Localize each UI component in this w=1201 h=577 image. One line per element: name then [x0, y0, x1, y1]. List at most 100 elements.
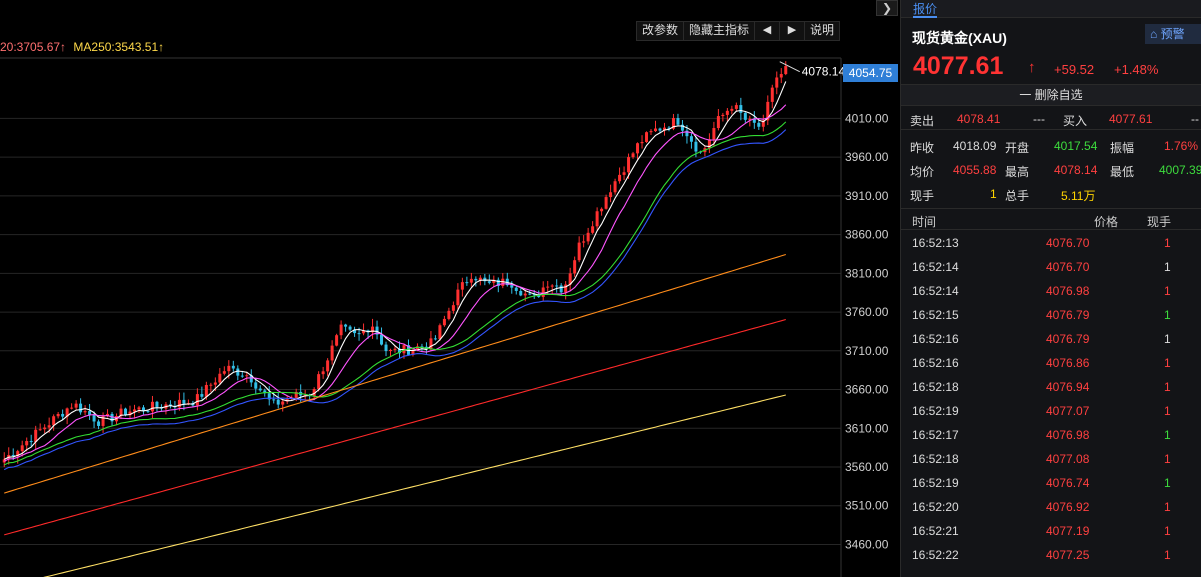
price-alert-button[interactable]: ⌂ 预警 — [1145, 24, 1201, 44]
ma-line-ma5 — [3, 81, 787, 460]
prev-indicator-button[interactable]: ◀ — [755, 22, 780, 40]
candle-body — [528, 293, 532, 295]
candle-body — [389, 349, 393, 352]
candle-body — [231, 365, 235, 369]
candle-body — [456, 289, 460, 306]
collapse-panel-button[interactable]: ❯ — [876, 0, 898, 16]
candle-body — [52, 416, 56, 426]
tick-price: 4076.70 — [1046, 236, 1090, 250]
candle-body — [70, 407, 74, 409]
candle-body — [573, 260, 577, 274]
ma250-legend-item: MA250:3543.51↑ — [73, 40, 165, 54]
candle-body — [519, 290, 523, 296]
tick-row: 16:52:21 4077.19 1 — [901, 518, 1201, 542]
kline-chart-panel[interactable]: 4010.00 3960.00 3910.00 3860.00 3810.00 3760.… — [0, 0, 900, 577]
sell-price: 4078.41 — [957, 112, 1001, 126]
tick-header-price: 价格 — [1094, 215, 1119, 229]
y-axis-tick-label: 3810.00 — [845, 266, 889, 280]
candle-body — [474, 278, 478, 281]
candle-body — [47, 425, 51, 428]
candle-body — [694, 141, 698, 152]
candle-body — [469, 278, 473, 283]
low-label: 最低 — [1110, 165, 1135, 179]
candle-body — [613, 181, 617, 193]
candle-body — [757, 122, 761, 127]
candle-body — [56, 413, 60, 417]
candle-body — [433, 338, 437, 340]
candle-body — [38, 429, 42, 431]
candle-body — [654, 128, 658, 132]
tick-time: 16:52:14 — [912, 284, 959, 298]
tick-price: 4076.79 — [1046, 308, 1090, 322]
bid-ask-row: 卖出 4078.41 --- 买入 4077.61 -- — [901, 106, 1201, 130]
tick-row: 16:52:13 4076.70 1 — [901, 230, 1201, 254]
bell-icon: ⌂ — [1150, 27, 1158, 41]
candle-body — [97, 421, 101, 426]
tick-time: 16:52:14 — [912, 260, 959, 274]
tick-volume: 1 — [1164, 452, 1171, 466]
next-indicator-button[interactable]: ▶ — [780, 22, 805, 40]
kline-chart[interactable]: 4010.00 3960.00 3910.00 3860.00 3810.00 3760.… — [0, 0, 900, 577]
candle-body — [712, 128, 716, 140]
candle-body — [640, 142, 644, 144]
candle-body — [326, 360, 330, 372]
y-axis-tick-label: 3510.00 — [845, 499, 889, 513]
remove-watchlist-button[interactable]: 一 删除自选 — [901, 84, 1201, 106]
candle-body — [209, 384, 213, 386]
sell-label: 卖出 — [910, 114, 935, 128]
tab-quote[interactable]: 报价 — [913, 2, 938, 18]
candle-body — [676, 118, 680, 125]
buy-price: 4077.61 — [1109, 112, 1153, 126]
candle-body — [636, 143, 640, 154]
candle-body — [743, 112, 747, 120]
quote-tabbar: 报价 — [901, 0, 1201, 18]
tick-time: 16:52:20 — [912, 500, 959, 514]
tick-list[interactable]: 16:52:13 4076.70 1 16:52:14 4076.70 1 16:52:14… — [901, 230, 1201, 566]
hide-main-indicator-button[interactable]: 隐藏主指标 — [684, 22, 755, 40]
tick-volume: 1 — [1164, 332, 1171, 346]
price-change-percent: +1.48% — [1114, 62, 1159, 77]
tick-row: 16:52:16 4076.79 1 — [901, 326, 1201, 350]
tick-price: 4076.98 — [1046, 284, 1090, 298]
tick-row: 16:52:18 4077.08 1 — [901, 446, 1201, 470]
low-value: 4007.39 — [1159, 163, 1201, 177]
tick-row: 16:52:16 4076.86 1 — [901, 350, 1201, 374]
up-arrow-icon: ↑ — [1028, 59, 1036, 76]
candle-body — [487, 281, 491, 283]
stats-row-2: 均价 4055.88 最高 4078.14 最低 4007.39 — [901, 157, 1201, 181]
candle-body — [150, 401, 154, 412]
candle-body — [586, 232, 590, 242]
tick-time: 16:52:19 — [912, 476, 959, 490]
edit-params-button[interactable]: 改参数 — [637, 22, 684, 40]
tick-row: 16:52:15 4076.79 1 — [901, 302, 1201, 326]
candle-body — [83, 411, 87, 413]
stats-row-3: 现手 1 总手 5.11万 — [901, 181, 1201, 208]
candle-body — [218, 373, 222, 383]
tick-time: 16:52:17 — [912, 428, 959, 442]
avg-value: 4055.88 — [953, 163, 997, 177]
tick-time: 16:52:13 — [912, 236, 959, 250]
candle-body — [550, 285, 554, 287]
y-axis-tick-label: 4010.00 — [845, 111, 889, 125]
candle-body — [770, 87, 774, 102]
y-axis-tick-label: 3560.00 — [845, 460, 889, 474]
high-marker-pointer — [779, 61, 800, 73]
last-price: 4077.61 — [913, 52, 1004, 80]
price-row: 4077.61 ↑ +59.52 +1.48% — [901, 50, 1201, 84]
candle-body — [182, 399, 186, 404]
buy-qty: -- — [1191, 112, 1199, 126]
candle-body — [658, 128, 662, 131]
candle-body — [438, 325, 442, 340]
tick-volume: 1 — [1164, 476, 1171, 490]
candle-body — [281, 401, 285, 405]
current-volume-value: 1 — [990, 187, 997, 201]
candle-body — [213, 382, 217, 385]
candle-body — [357, 333, 361, 335]
help-button[interactable]: 说明 — [805, 22, 839, 40]
open-value: 4017.54 — [1054, 139, 1098, 153]
tick-price: 4076.94 — [1046, 380, 1090, 394]
candle-body — [784, 66, 788, 75]
candle-body — [591, 226, 595, 233]
candle-body — [245, 375, 249, 377]
tick-header-time: 时间 — [912, 215, 937, 229]
